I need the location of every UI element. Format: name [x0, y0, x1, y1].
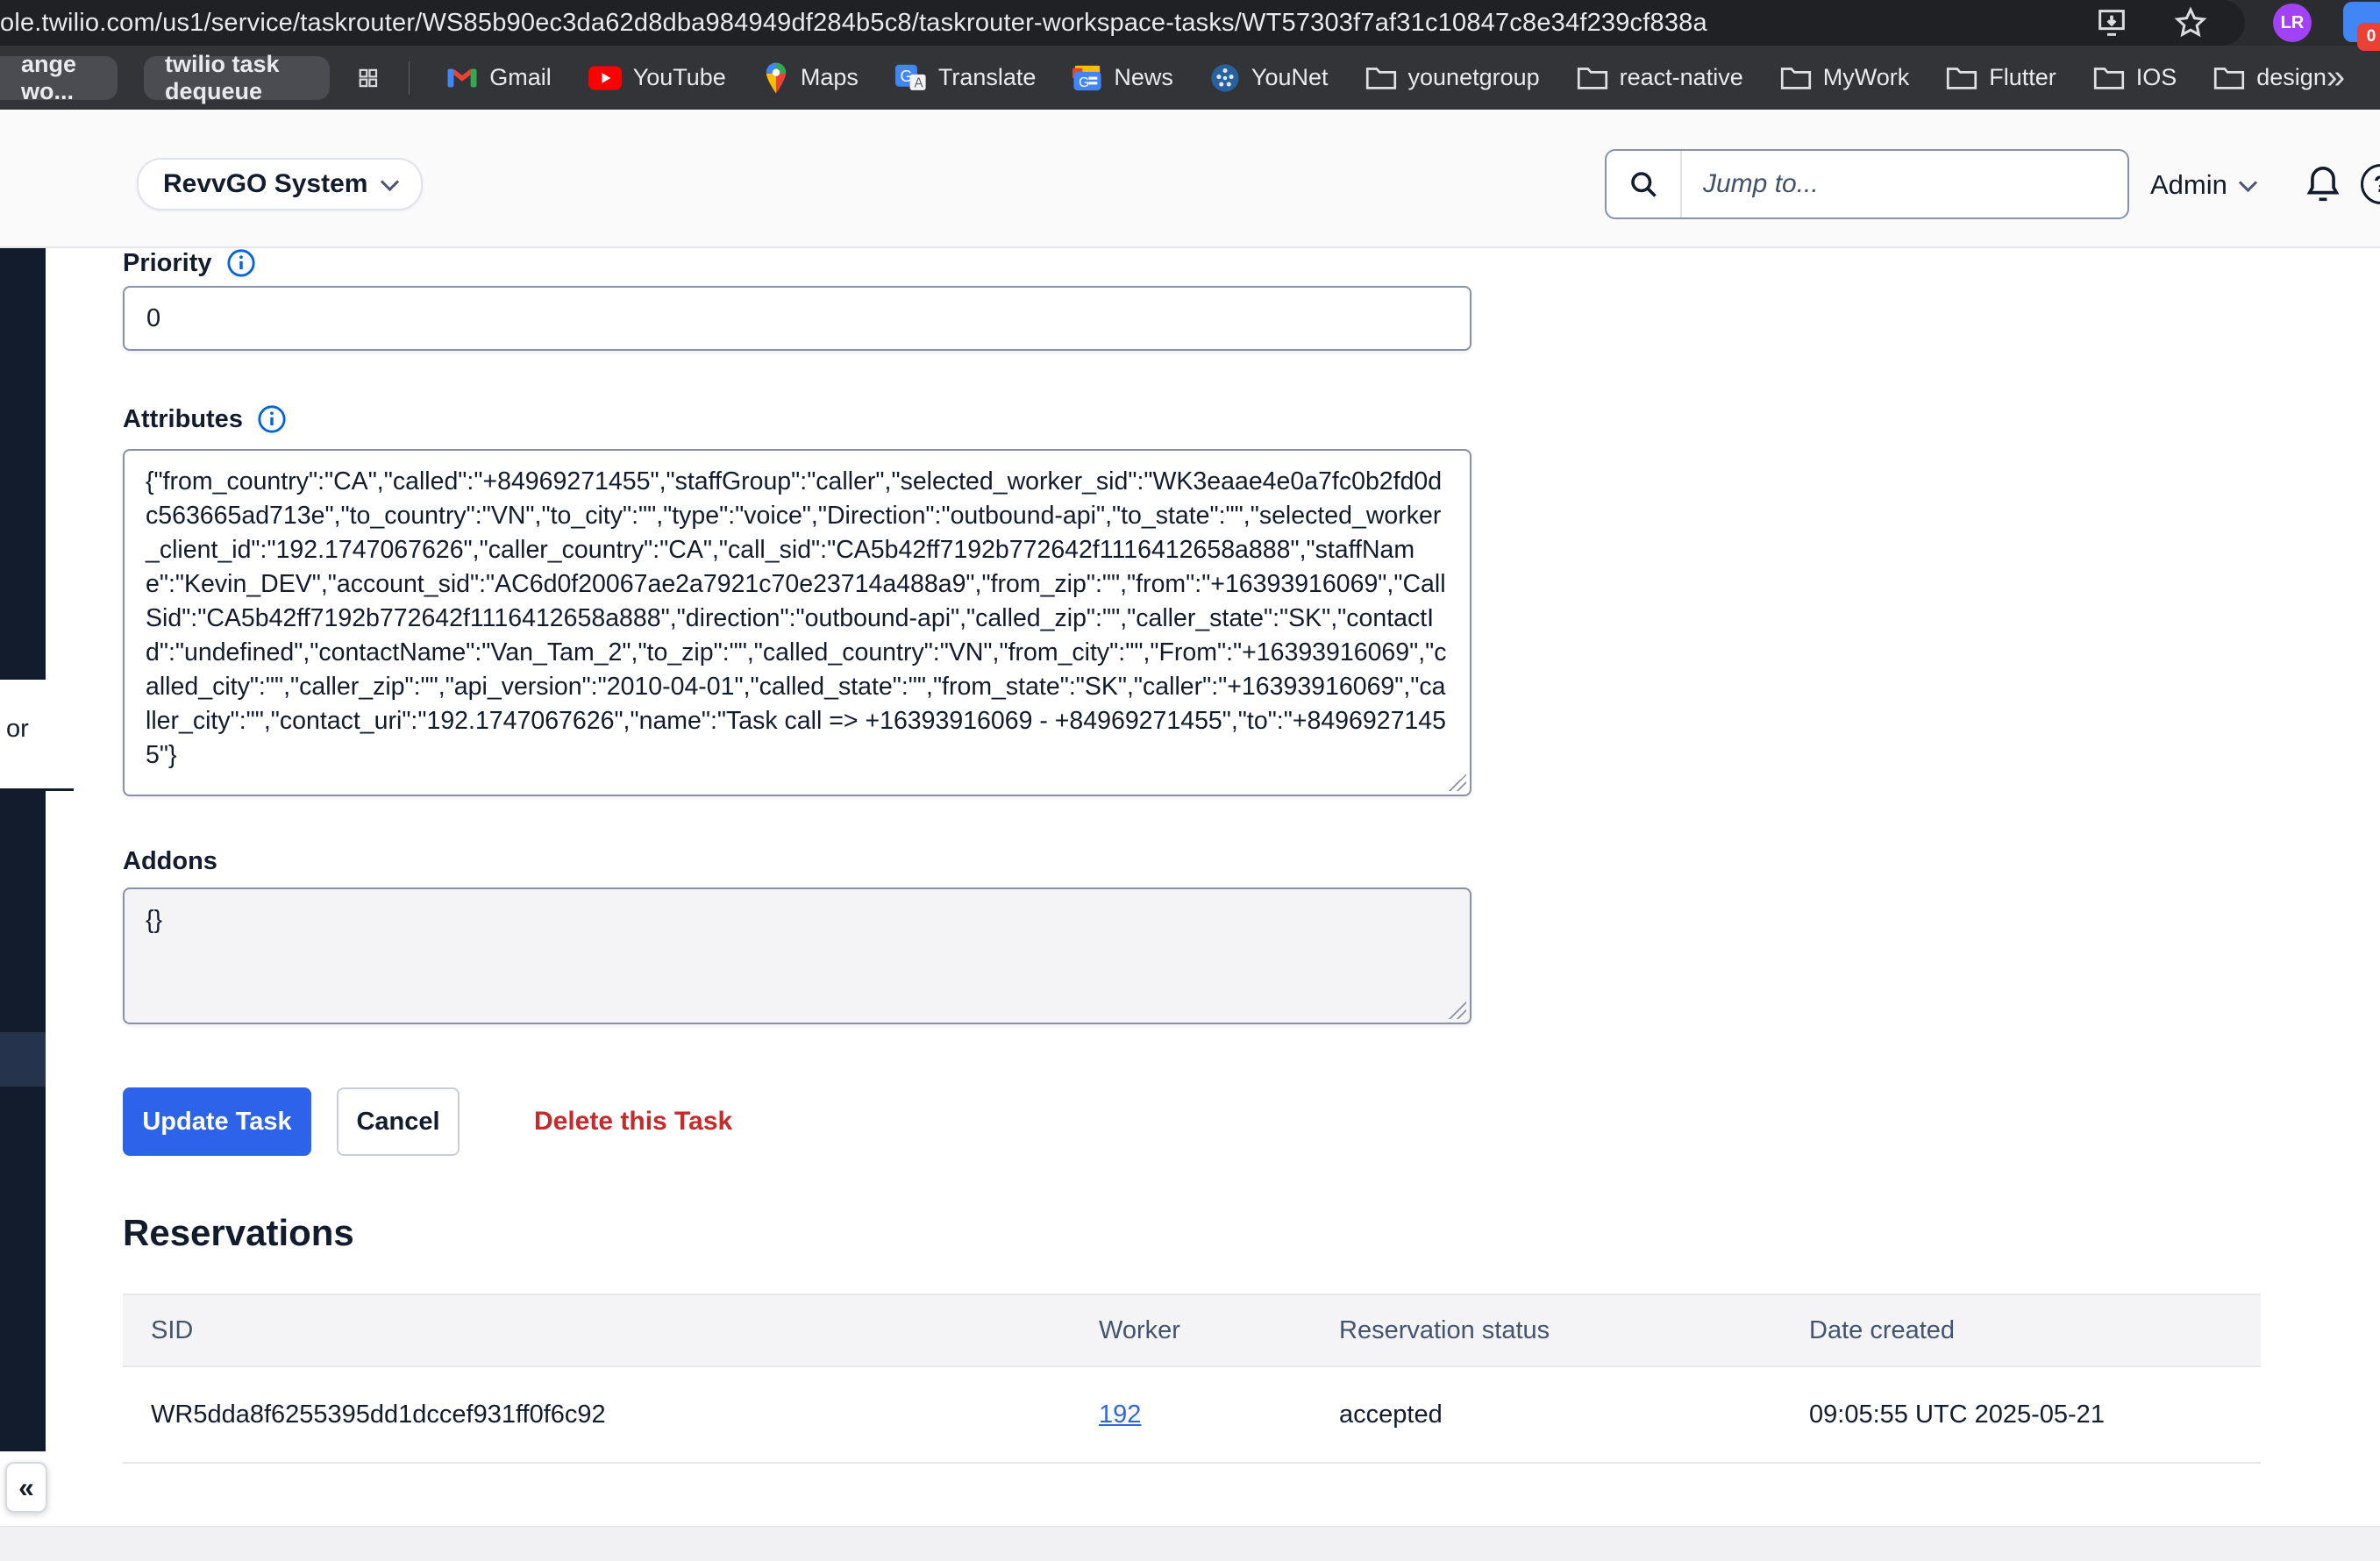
bookmark-star-icon[interactable]: [2173, 5, 2208, 40]
extension-counter-badge: 0: [2357, 23, 2380, 51]
svg-text:A: A: [914, 75, 923, 90]
bookmark-folder-flutter[interactable]: Flutter: [1946, 64, 2056, 91]
bookmark-label: MyWork: [1823, 64, 1910, 91]
column-header-status: Reservation status: [1339, 1316, 1809, 1345]
cancel-button[interactable]: Cancel: [337, 1087, 460, 1156]
table-header-row: SID Worker Reservation status Date creat…: [123, 1294, 2261, 1367]
bookmark-news[interactable]: G News: [1072, 64, 1173, 92]
gmail-icon: [446, 66, 478, 90]
bookmark-translate[interactable]: G A Translate: [895, 64, 1037, 92]
url-text: ole.twilio.com/us1/service/taskrouter/WS…: [0, 9, 1707, 38]
page-footer-strip: [0, 1526, 2380, 1561]
notifications-bell-icon[interactable]: [2303, 162, 2343, 208]
sidebar-active-item[interactable]: [0, 1032, 46, 1087]
folder-icon: [2093, 65, 2125, 91]
user-menu[interactable]: Admin: [2150, 169, 2255, 201]
bookmark-youtube[interactable]: YouTube: [588, 64, 726, 91]
bookmarks-separator: [409, 61, 410, 95]
tab-group-chip[interactable]: ange wo...: [0, 56, 118, 100]
reservation-status: accepted: [1339, 1401, 1809, 1429]
folder-icon: [1365, 65, 1397, 91]
table-row: WR5dda8f6255395dd1dccef931ff0f6c92 192 a…: [123, 1367, 2261, 1464]
folder-icon: [2213, 65, 2245, 91]
bookmark-maps[interactable]: Maps: [763, 61, 859, 95]
bookmark-label: Flutter: [1989, 64, 2056, 91]
bookmark-label: react-native: [1620, 64, 1743, 91]
chevron-down-icon: [381, 172, 399, 190]
addons-textarea[interactable]: {}: [123, 887, 1471, 1024]
reservations-table: SID Worker Reservation status Date creat…: [123, 1294, 2261, 1464]
news-icon: G: [1072, 64, 1102, 92]
translate-icon: G A: [895, 64, 927, 92]
sidebar-flyout-partial: or: [0, 680, 74, 791]
user-menu-label: Admin: [2150, 169, 2227, 201]
folder-icon: [1577, 65, 1608, 91]
attributes-label-text: Attributes: [123, 405, 243, 434]
column-header-sid: SID: [123, 1316, 1099, 1345]
bookmark-folder-younetgroup[interactable]: younetgroup: [1365, 64, 1540, 91]
reservations-heading: Reservations: [123, 1212, 354, 1254]
apps-grid-icon[interactable]: [358, 62, 379, 94]
youtube-icon: [588, 66, 622, 90]
bookmark-folder-react-native[interactable]: react-native: [1577, 64, 1743, 91]
bookmark-gmail[interactable]: Gmail: [446, 64, 552, 91]
reservation-sid: WR5dda8f6255395dd1dccef931ff0f6c92: [123, 1401, 1099, 1429]
console-header: RevvGO System Admin ?: [0, 110, 2380, 248]
bookmark-label: design: [2256, 64, 2327, 91]
priority-input[interactable]: [123, 286, 1471, 351]
help-glyph: ?: [2374, 171, 2380, 198]
priority-label: Priority: [123, 248, 256, 278]
younet-icon: [1210, 63, 1240, 93]
info-icon[interactable]: [226, 248, 256, 278]
help-icon[interactable]: ?: [2361, 164, 2380, 204]
update-task-button[interactable]: Update Task: [123, 1087, 311, 1156]
bookmark-label: Gmail: [489, 64, 552, 91]
bookmark-folder-mywork[interactable]: MyWork: [1780, 64, 1910, 91]
account-name: RevvGO System: [163, 169, 367, 199]
worker-link[interactable]: 192: [1099, 1401, 1141, 1429]
search-input[interactable]: [1682, 169, 2127, 199]
account-switcher[interactable]: RevvGO System: [137, 158, 423, 210]
reservation-date-created: 09:05:55 UTC 2025-05-21: [1809, 1401, 2261, 1429]
priority-label-text: Priority: [123, 249, 212, 278]
maps-icon: [763, 61, 789, 95]
bookmark-label: IOS: [2136, 64, 2177, 91]
bookmark-younet[interactable]: YouNet: [1210, 63, 1329, 93]
install-app-icon[interactable]: [2094, 5, 2129, 40]
bookmark-label: Translate: [938, 64, 1037, 91]
bookmark-label: YouTube: [633, 64, 726, 91]
jump-to-search[interactable]: [1605, 149, 2129, 219]
search-icon: [1628, 168, 1659, 200]
folder-icon: [1946, 65, 1977, 91]
bookmark-folder-design[interactable]: design: [2213, 64, 2327, 91]
svg-text:G: G: [1079, 75, 1089, 89]
bookmark-label: Maps: [801, 64, 859, 91]
sidebar-partial-label: or: [6, 715, 29, 744]
addons-label: Addons: [123, 847, 217, 876]
attributes-textarea[interactable]: {"from_country":"CA","called":"+84969271…: [123, 449, 1471, 796]
bookmarks-bar: ange wo... twilio task dequeue Gmail You…: [0, 46, 2380, 110]
sidebar-collapse-button[interactable]: «: [5, 1462, 47, 1513]
info-icon[interactable]: [257, 404, 287, 434]
extension-lr-icon[interactable]: LR: [2273, 4, 2312, 42]
column-header-worker: Worker: [1099, 1316, 1339, 1345]
addons-label-text: Addons: [123, 847, 217, 876]
search-icon-segment[interactable]: [1607, 151, 1682, 217]
textarea-resize-handle[interactable]: [1449, 1001, 1466, 1019]
bookmark-label: YouNet: [1251, 64, 1329, 91]
column-header-date: Date created: [1809, 1316, 2261, 1345]
folder-icon: [1780, 65, 1812, 91]
bookmark-label: News: [1114, 64, 1173, 91]
chevron-down-icon: [2239, 173, 2257, 191]
tab-group-chip[interactable]: twilio task dequeue: [144, 56, 330, 100]
attributes-label: Attributes: [123, 404, 287, 434]
console-sidebar: [0, 248, 46, 1451]
bookmarks-overflow-chevron[interactable]: »: [2327, 59, 2345, 96]
delete-task-link[interactable]: Delete this Task: [534, 1107, 732, 1137]
textarea-resize-handle[interactable]: [1449, 773, 1466, 791]
bookmark-folder-ios[interactable]: IOS: [2093, 64, 2177, 91]
bookmark-label: younetgroup: [1408, 64, 1540, 91]
address-bar[interactable]: ole.twilio.com/us1/service/taskrouter/WS…: [0, 0, 2245, 46]
browser-toolbar: ole.twilio.com/us1/service/taskrouter/WS…: [0, 0, 2380, 46]
